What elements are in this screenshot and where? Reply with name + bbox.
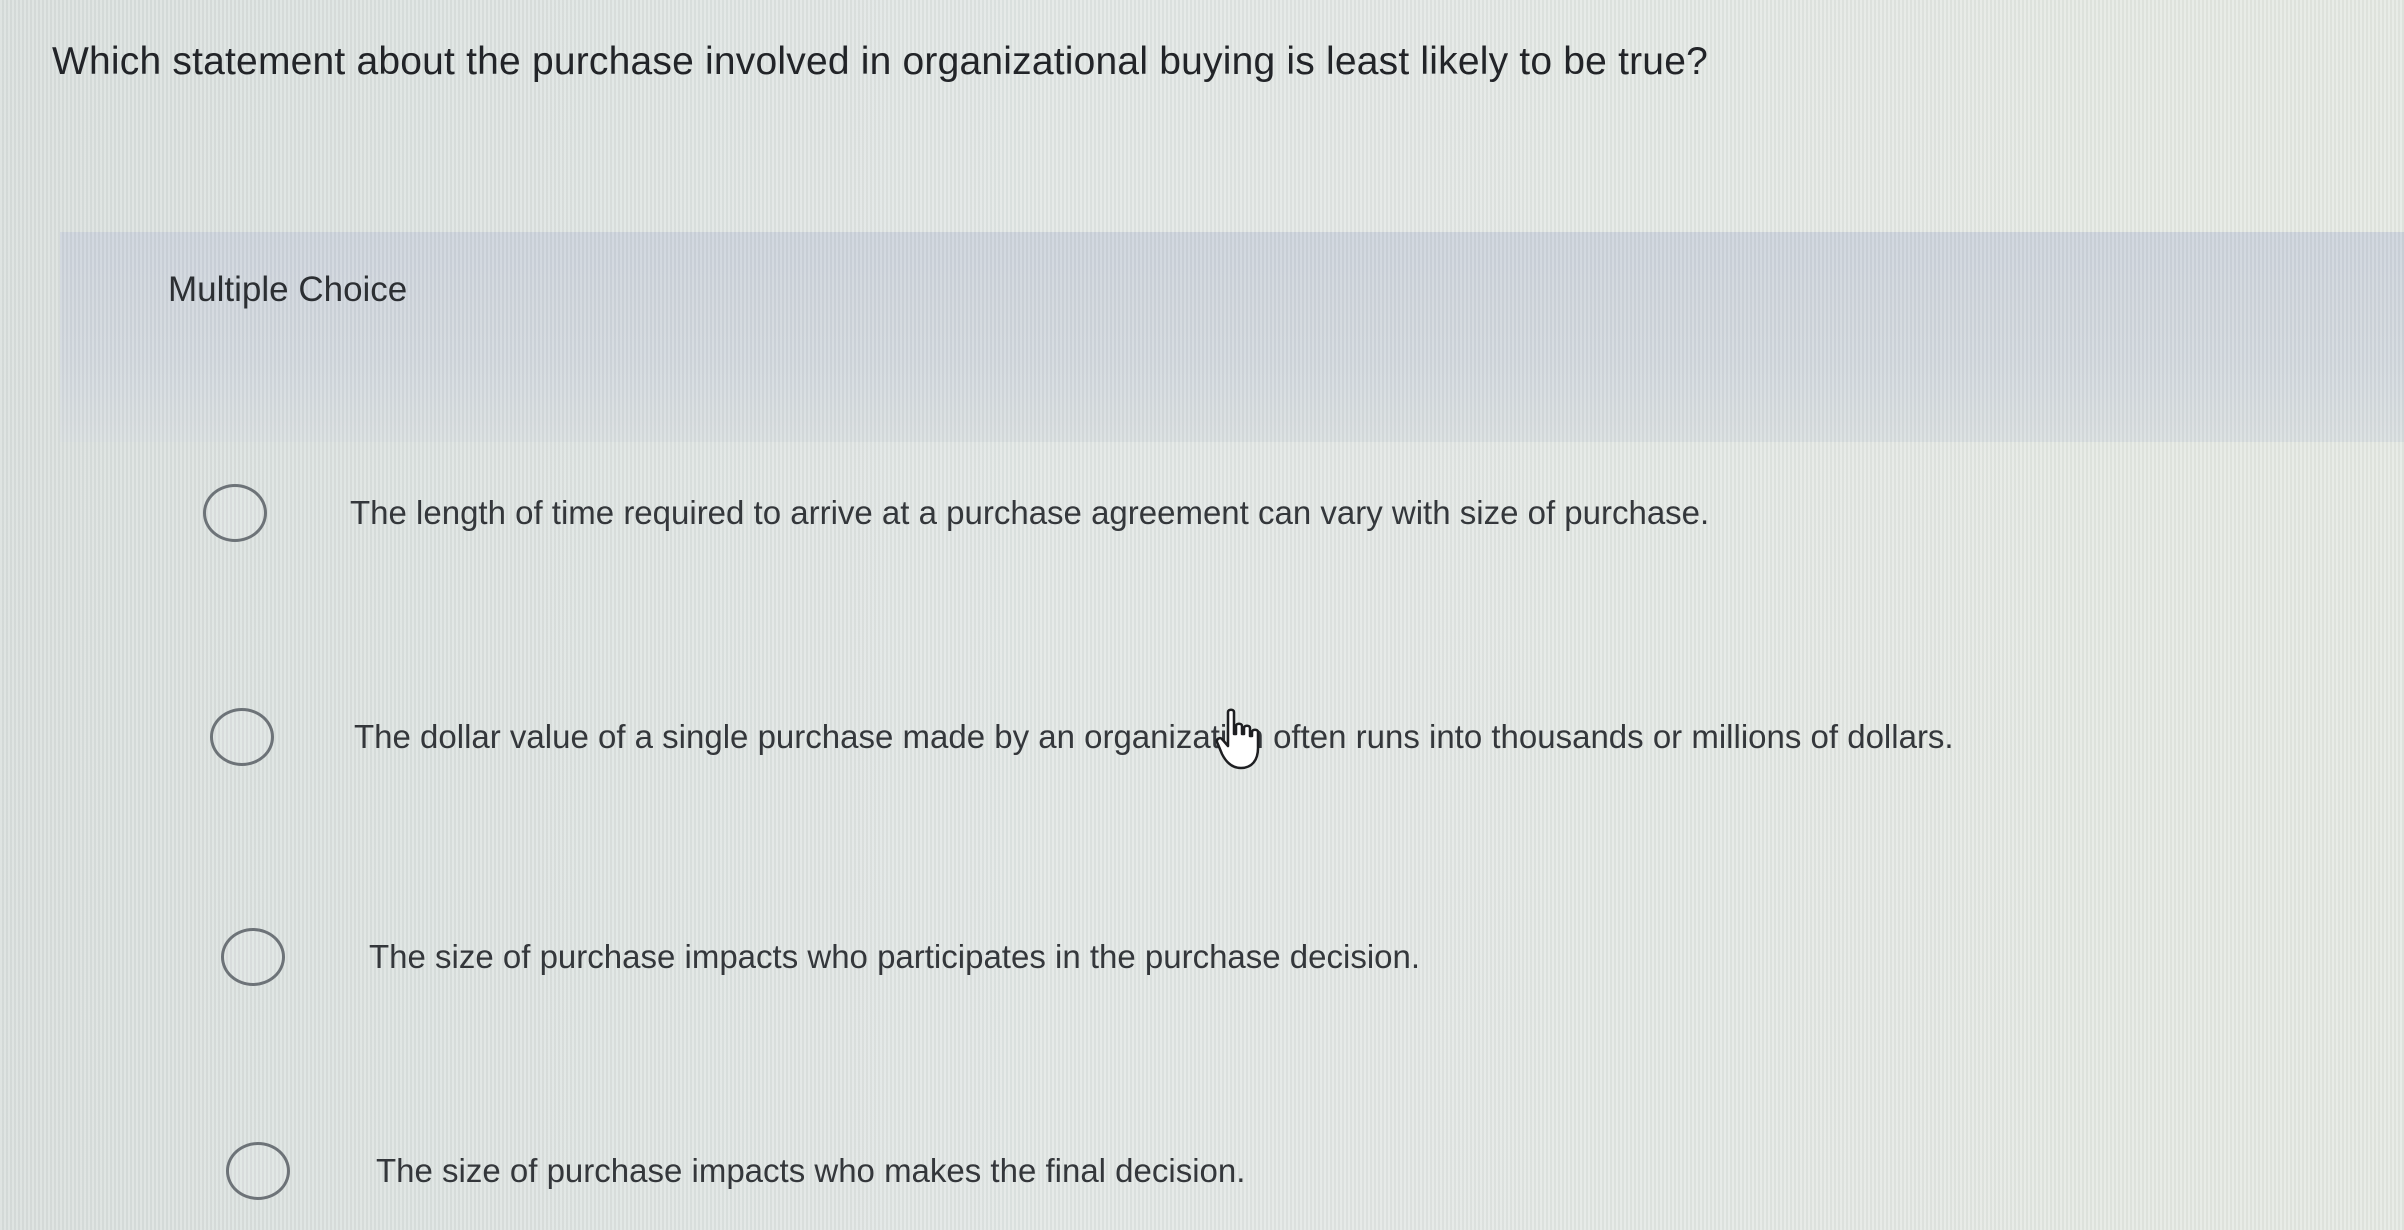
radio-button-2[interactable]	[210, 708, 274, 766]
answer-option-4[interactable]: The size of purchase impacts who makes t…	[226, 1142, 1245, 1200]
answer-option-2-label[interactable]: The dollar value of a single purchase ma…	[354, 718, 1954, 756]
radio-button-4[interactable]	[226, 1142, 290, 1200]
answer-option-2[interactable]: The dollar value of a single purchase ma…	[210, 708, 1954, 766]
answer-option-3[interactable]: The size of purchase impacts who partici…	[221, 928, 1420, 986]
answer-option-1-label[interactable]: The length of time required to arrive at…	[350, 494, 1709, 532]
hand-pointer-icon	[1215, 708, 1260, 770]
multiple-choice-label: Multiple Choice	[168, 270, 408, 309]
question-text: Which statement about the purchase invol…	[52, 40, 1708, 83]
radio-button-1[interactable]	[203, 484, 267, 542]
answer-option-1[interactable]: The length of time required to arrive at…	[203, 484, 1709, 542]
answer-option-4-label[interactable]: The size of purchase impacts who makes t…	[376, 1152, 1245, 1190]
multiple-choice-header	[60, 232, 2404, 442]
radio-button-3[interactable]	[221, 928, 285, 986]
answer-option-3-label[interactable]: The size of purchase impacts who partici…	[369, 938, 1420, 976]
